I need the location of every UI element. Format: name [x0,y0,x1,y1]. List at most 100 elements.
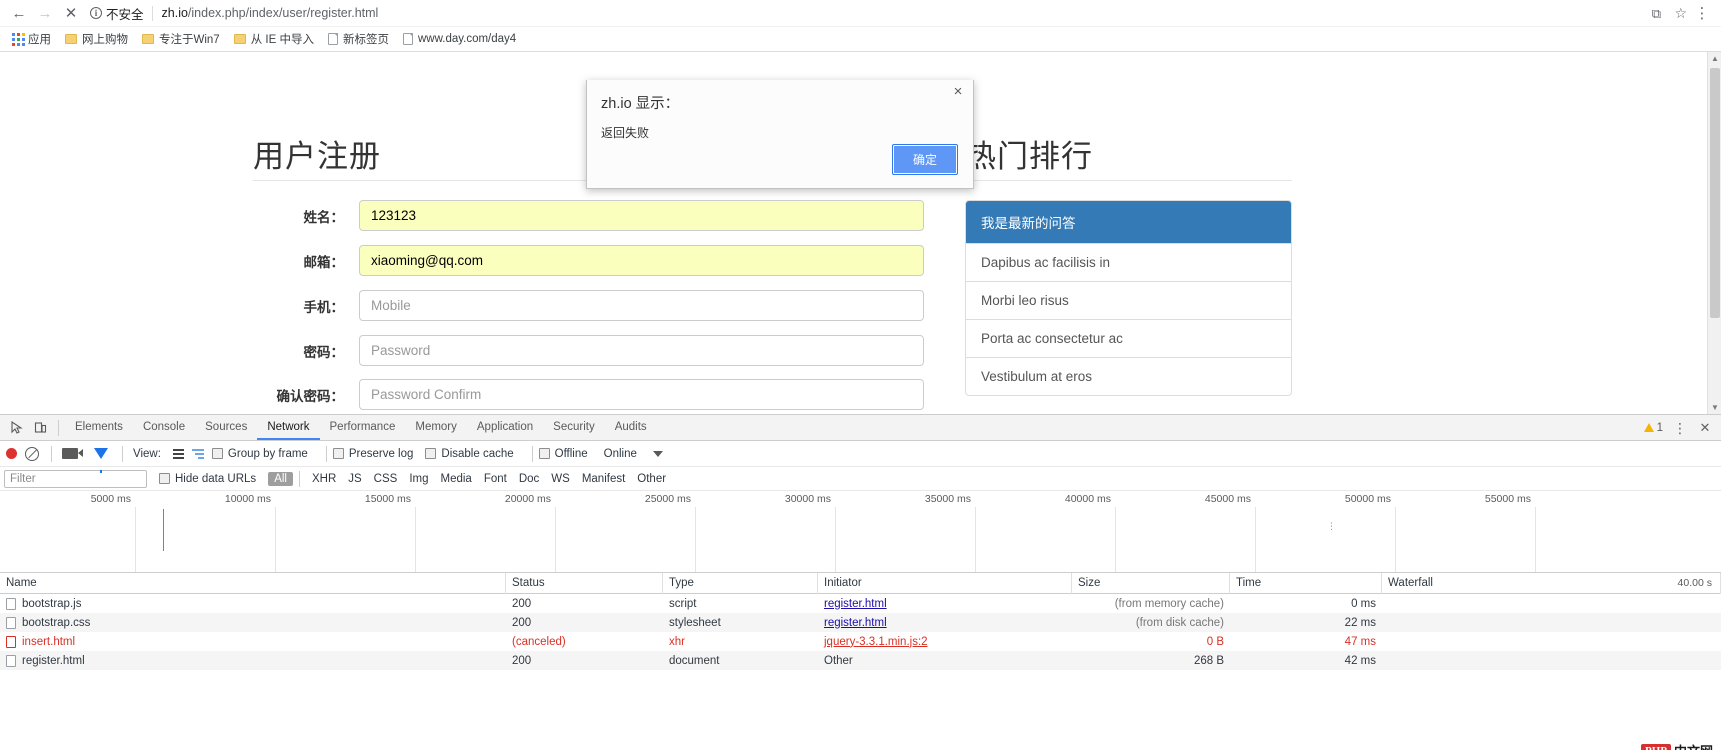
translate-icon[interactable]: ⧉ [1648,6,1664,21]
clear-icon[interactable] [25,446,39,461]
list-view-icon[interactable] [172,448,184,459]
tab-performance[interactable]: Performance [320,415,406,440]
column-header-initiator[interactable]: Initiator [818,572,1072,594]
site-security-chip[interactable]: i 不安全 [90,4,152,23]
column-header-time[interactable]: Time [1230,572,1382,594]
tab-application[interactable]: Application [467,415,543,440]
filter-type-manifest[interactable]: Manifest [576,472,631,486]
table-row[interactable]: bootstrap.js 200 script register.html (f… [0,594,1721,613]
checkbox-icon[interactable] [538,448,550,459]
bookmark-item-day4[interactable]: www.day.com/day4 [396,31,523,47]
bookmark-star-icon[interactable]: ☆ [1674,5,1687,22]
network-filter-bar: Hide data URLs All XHR JS CSS Img Media … [0,467,1721,491]
table-row[interactable]: bootstrap.css 200 stylesheet register.ht… [0,613,1721,632]
column-header-waterfall[interactable]: Waterfall 40.00 s [1382,572,1721,594]
checkbox-label: Offline [554,447,588,460]
inspect-element-icon[interactable] [4,416,28,440]
filter-type-xhr[interactable]: XHR [306,472,342,486]
device-toolbar-icon[interactable] [28,416,52,440]
offline-checkbox[interactable]: Offline [538,447,588,460]
column-header-name[interactable]: Name [0,572,506,594]
list-item[interactable]: Morbi leo risus [966,281,1291,319]
tab-console[interactable]: Console [133,415,195,440]
scrollbar-thumb[interactable] [1710,68,1720,318]
back-button[interactable]: ← [6,1,32,25]
checkbox-icon[interactable] [425,448,437,459]
column-header-size[interactable]: Size [1072,572,1230,594]
email-input[interactable] [359,245,924,276]
checkbox-icon[interactable] [159,473,170,484]
filter-type-img[interactable]: Img [403,472,434,486]
bookmark-item-newtab[interactable]: 新标签页 [321,29,396,49]
table-row[interactable]: insert.html (canceled) xhr jquery-3.3.1.… [0,632,1721,651]
disable-cache-checkbox[interactable]: Disable cache [425,448,514,460]
bookmark-item-win7[interactable]: 专注于Win7 [135,29,227,49]
filter-type-media[interactable]: Media [435,472,478,486]
waterfall-view-icon[interactable] [191,448,204,459]
dialog-message: 返回失败 [601,126,650,140]
column-header-status[interactable]: Status [506,572,663,594]
form-row-password-confirm: 确认密码： [253,379,924,410]
request-type: script [669,597,697,610]
filter-type-other[interactable]: Other [631,472,672,486]
address-bar[interactable]: i 不安全 zh.io/index.php/index/user/registe… [90,2,1689,24]
close-icon[interactable]: × [949,84,967,102]
preserve-log-checkbox[interactable]: Preserve log [332,448,413,460]
checkbox-icon[interactable] [332,448,344,459]
file-icon [6,635,16,648]
forward-button[interactable]: → [32,1,58,25]
bookmark-item-ie-import[interactable]: 从 IE 中导入 [227,29,321,49]
group-by-frame-checkbox[interactable]: Group by frame [211,448,308,460]
devtools-panel: Elements Console Sources Network Perform… [0,415,1721,750]
filter-type-ws[interactable]: WS [545,472,576,486]
list-item[interactable]: Porta ac consectetur ac [966,319,1291,357]
capture-screenshots-icon[interactable] [62,448,83,459]
filter-funnel-icon[interactable] [94,448,108,473]
filter-type-css[interactable]: CSS [368,472,404,486]
hide-data-urls-checkbox[interactable]: Hide data URLs [159,473,256,485]
chrome-menu-button[interactable]: ⋮ [1689,1,1715,25]
tab-memory[interactable]: Memory [405,415,467,440]
bookmark-item-apps[interactable]: 应用 [5,29,58,49]
record-button-icon[interactable] [6,448,17,459]
timeline-tick: 25000 ms [644,493,691,505]
chevron-down-icon[interactable] [652,450,663,457]
tab-network[interactable]: Network [257,415,320,440]
network-timeline[interactable]: 5000 ms 10000 ms 15000 ms 20000 ms 25000… [0,491,1721,573]
filter-type-font[interactable]: Font [478,472,513,486]
password-confirm-input[interactable] [359,379,924,410]
filter-type-js[interactable]: JS [342,472,367,486]
mobile-input[interactable] [359,290,924,321]
request-time: 0 ms [1351,597,1376,610]
table-row[interactable]: register.html 200 document Other 268 B 4… [0,651,1721,670]
javascript-alert-dialog: × zh.io 显示： 返回失败 确定 [586,80,974,189]
bookmark-item-shopping[interactable]: 网上购物 [58,29,135,49]
filter-type-doc[interactable]: Doc [513,472,545,486]
request-initiator-link[interactable]: jquery-3.3.1.min.js:2 [824,636,928,648]
checkbox-icon[interactable] [211,448,223,459]
warning-badge[interactable]: 1 [1643,422,1663,434]
devtools-settings-icon[interactable]: ⋮ [1673,421,1687,435]
tab-security[interactable]: Security [543,415,605,440]
throttling-select[interactable]: Online [604,448,637,460]
tab-audits[interactable]: Audits [605,415,657,440]
list-item[interactable]: Dapibus ac facilisis in [966,243,1291,281]
scroll-down-icon[interactable]: ▼ [1708,401,1721,414]
list-item[interactable]: Vestibulum at eros [966,357,1291,395]
dialog-ok-button[interactable]: 确定 [892,144,958,175]
request-initiator-link[interactable]: register.html [824,598,887,610]
timeline-tick: 15000 ms [364,493,411,505]
scroll-up-icon[interactable]: ▲ [1708,52,1721,66]
stop-button[interactable]: ✕ [58,1,84,25]
filter-input[interactable] [4,469,147,488]
page-scrollbar[interactable]: ▲ ▼ [1707,52,1721,414]
request-initiator-link[interactable]: register.html [824,617,887,629]
password-input[interactable] [359,335,924,366]
devtools-close-icon[interactable]: ✕ [1697,420,1713,435]
name-input[interactable] [359,200,924,231]
filter-type-all[interactable]: All [268,471,293,486]
tab-sources[interactable]: Sources [195,415,257,440]
label-password-confirm: 确认密码： [276,388,345,404]
tab-elements[interactable]: Elements [65,415,133,440]
column-header-type[interactable]: Type [663,572,818,594]
